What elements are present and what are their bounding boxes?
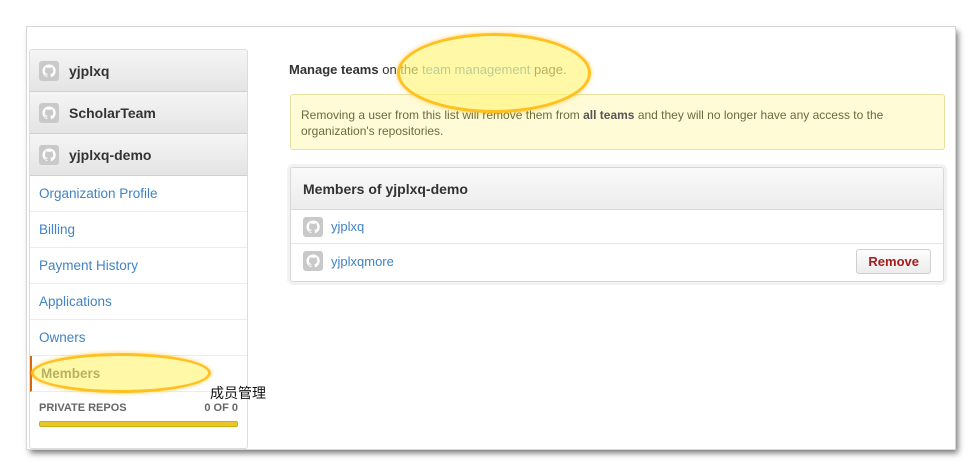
octocat-avatar-icon [303, 251, 323, 271]
octocat-avatar-icon [39, 144, 59, 165]
account-name: yjplxq [69, 62, 110, 79]
annotation-label: 成员管理 [210, 386, 266, 402]
nav-owners[interactable]: Owners [30, 320, 247, 356]
member-row: yjplxqmore Remove [291, 244, 943, 278]
manage-teams-suffix: page. [534, 62, 567, 77]
nav-payment-history[interactable]: Payment History [30, 248, 247, 284]
private-repos-bar [39, 421, 238, 427]
flash-bold: all teams [583, 108, 635, 122]
member-link-yjplxqmore[interactable]: yjplxqmore [331, 254, 394, 269]
remove-member-button[interactable]: Remove [856, 249, 931, 274]
manage-teams-text: Manage teams on the team management page… [289, 62, 567, 77]
manage-teams-label: Manage teams [289, 62, 379, 77]
account-name: yjplxq-demo [69, 146, 152, 163]
account-name: ScholarTeam [69, 104, 156, 121]
nav-billing[interactable]: Billing [30, 212, 247, 248]
octocat-avatar-icon [39, 102, 59, 123]
members-box: Members of yjplxq-demo yjplxq yjplxqmore… [290, 167, 944, 282]
account-yjplxq[interactable]: yjplxq [30, 50, 247, 92]
account-yjplxq-demo[interactable]: yjplxq-demo [30, 134, 247, 176]
member-row: yjplxq [291, 210, 943, 244]
private-repos-count: 0 OF 0 [204, 402, 238, 414]
octocat-avatar-icon [39, 60, 59, 81]
manage-teams-mid: on the [382, 62, 419, 77]
member-link-yjplxq[interactable]: yjplxq [331, 219, 364, 234]
members-title: Members of yjplxq-demo [291, 168, 943, 210]
flash-text-1: Removing a user from this list will remo… [301, 108, 580, 122]
private-repos-label: PRIVATE REPOS [39, 402, 127, 414]
nav-applications[interactable]: Applications [30, 284, 247, 320]
team-management-link[interactable]: team management [422, 62, 530, 77]
octocat-avatar-icon [303, 216, 323, 237]
nav-organization-profile[interactable]: Organization Profile [30, 176, 247, 212]
browser-frame: yjplxq ScholarTeam yjplxq-demo Organizat… [27, 27, 955, 449]
account-scholarteam[interactable]: ScholarTeam [30, 92, 247, 134]
warning-flash: Removing a user from this list will remo… [290, 94, 945, 150]
